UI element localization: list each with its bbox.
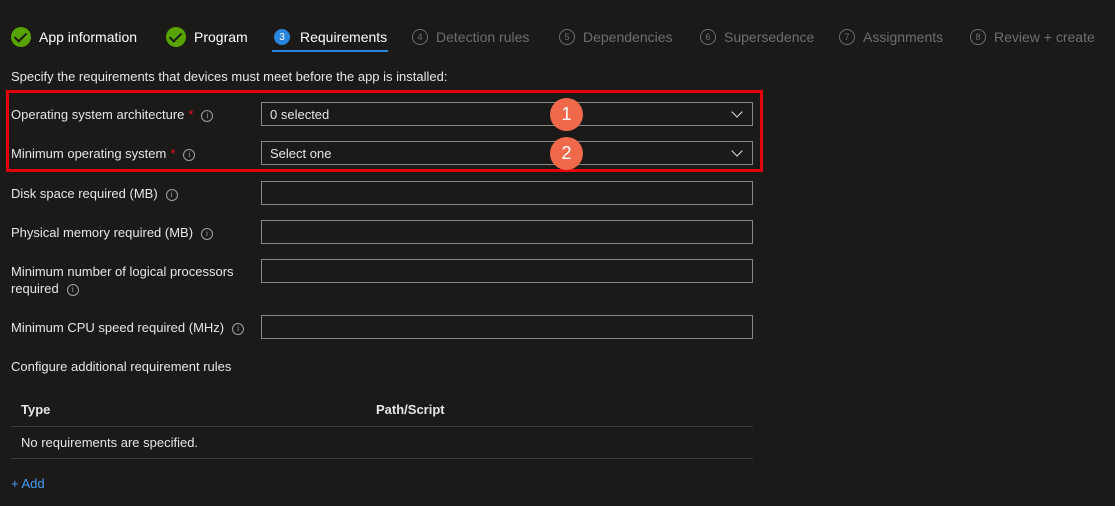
table-divider [11, 426, 753, 427]
step-number-icon: 4 [412, 29, 428, 45]
tab-dependencies[interactable]: 5 Dependencies [559, 26, 673, 48]
callout-badge-1: 1 [550, 98, 583, 131]
tab-label: Assignments [863, 29, 944, 45]
dropdown-value: Select one [270, 146, 332, 161]
logical-processors-label: Minimum number of logical processors req… [11, 264, 234, 296]
info-icon[interactable]: i [183, 148, 196, 161]
column-header-type: Type [21, 402, 51, 417]
tab-label: Dependencies [583, 29, 673, 45]
chevron-down-icon [731, 106, 743, 118]
step-number-icon: 7 [839, 29, 855, 45]
table-divider [11, 458, 753, 459]
cpu-speed-input[interactable] [261, 315, 753, 339]
tab-detection-rules[interactable]: 4 Detection rules [412, 26, 529, 48]
tab-requirements[interactable]: 3 Requirements [274, 26, 387, 48]
tab-label: Requirements [300, 29, 388, 45]
disk-space-input[interactable] [261, 181, 753, 205]
step-number-icon: 8 [970, 29, 986, 45]
empty-table-message: No requirements are specified. [21, 435, 199, 450]
tab-label: Program [194, 29, 248, 45]
os-architecture-label: Operating system architecture * i [11, 106, 214, 123]
step-number-icon: 5 [559, 29, 575, 45]
logical-processors-input[interactable] [261, 259, 753, 283]
intro-text: Specify the requirements that devices mu… [11, 69, 448, 84]
checkmark-icon [11, 27, 31, 47]
step-number-icon: 6 [700, 29, 716, 45]
active-tab-indicator [272, 50, 388, 52]
info-icon[interactable]: i [201, 227, 214, 240]
disk-space-label: Disk space required (MB) i [11, 185, 178, 202]
tab-app-information[interactable]: App information [11, 26, 137, 48]
info-icon[interactable]: i [66, 283, 79, 296]
tab-label: Supersedence [724, 29, 815, 45]
physical-memory-input[interactable] [261, 220, 753, 244]
chevron-down-icon [731, 145, 743, 157]
dropdown-value: 0 selected [270, 107, 330, 122]
required-marker: * [170, 146, 176, 161]
additional-rules-heading: Configure additional requirement rules [11, 359, 232, 374]
info-icon[interactable]: i [232, 322, 245, 335]
tab-review-create[interactable]: 8 Review + create [970, 26, 1095, 48]
column-header-path-script: Path/Script [376, 402, 445, 417]
physical-memory-label: Physical memory required (MB) i [11, 224, 214, 241]
tab-assignments[interactable]: 7 Assignments [839, 26, 943, 48]
tab-label: App information [39, 29, 138, 45]
tab-program[interactable]: Program [166, 26, 248, 48]
info-icon[interactable]: i [165, 188, 178, 201]
add-requirement-link[interactable]: + Add [11, 476, 45, 491]
tab-label: Review + create [994, 29, 1095, 45]
tab-supersedence[interactable]: 6 Supersedence [700, 26, 814, 48]
checkmark-icon [166, 27, 186, 47]
min-os-dropdown[interactable]: Select one [261, 141, 753, 165]
os-architecture-dropdown[interactable]: 0 selected [261, 102, 753, 126]
cpu-speed-label: Minimum CPU speed required (MHz) i [11, 319, 245, 336]
tab-label: Detection rules [436, 29, 530, 45]
callout-badge-2: 2 [550, 137, 583, 170]
info-icon[interactable]: i [201, 109, 214, 122]
step-number-icon: 3 [274, 29, 290, 45]
required-marker: * [188, 107, 194, 122]
min-os-label: Minimum operating system * i [11, 145, 196, 162]
